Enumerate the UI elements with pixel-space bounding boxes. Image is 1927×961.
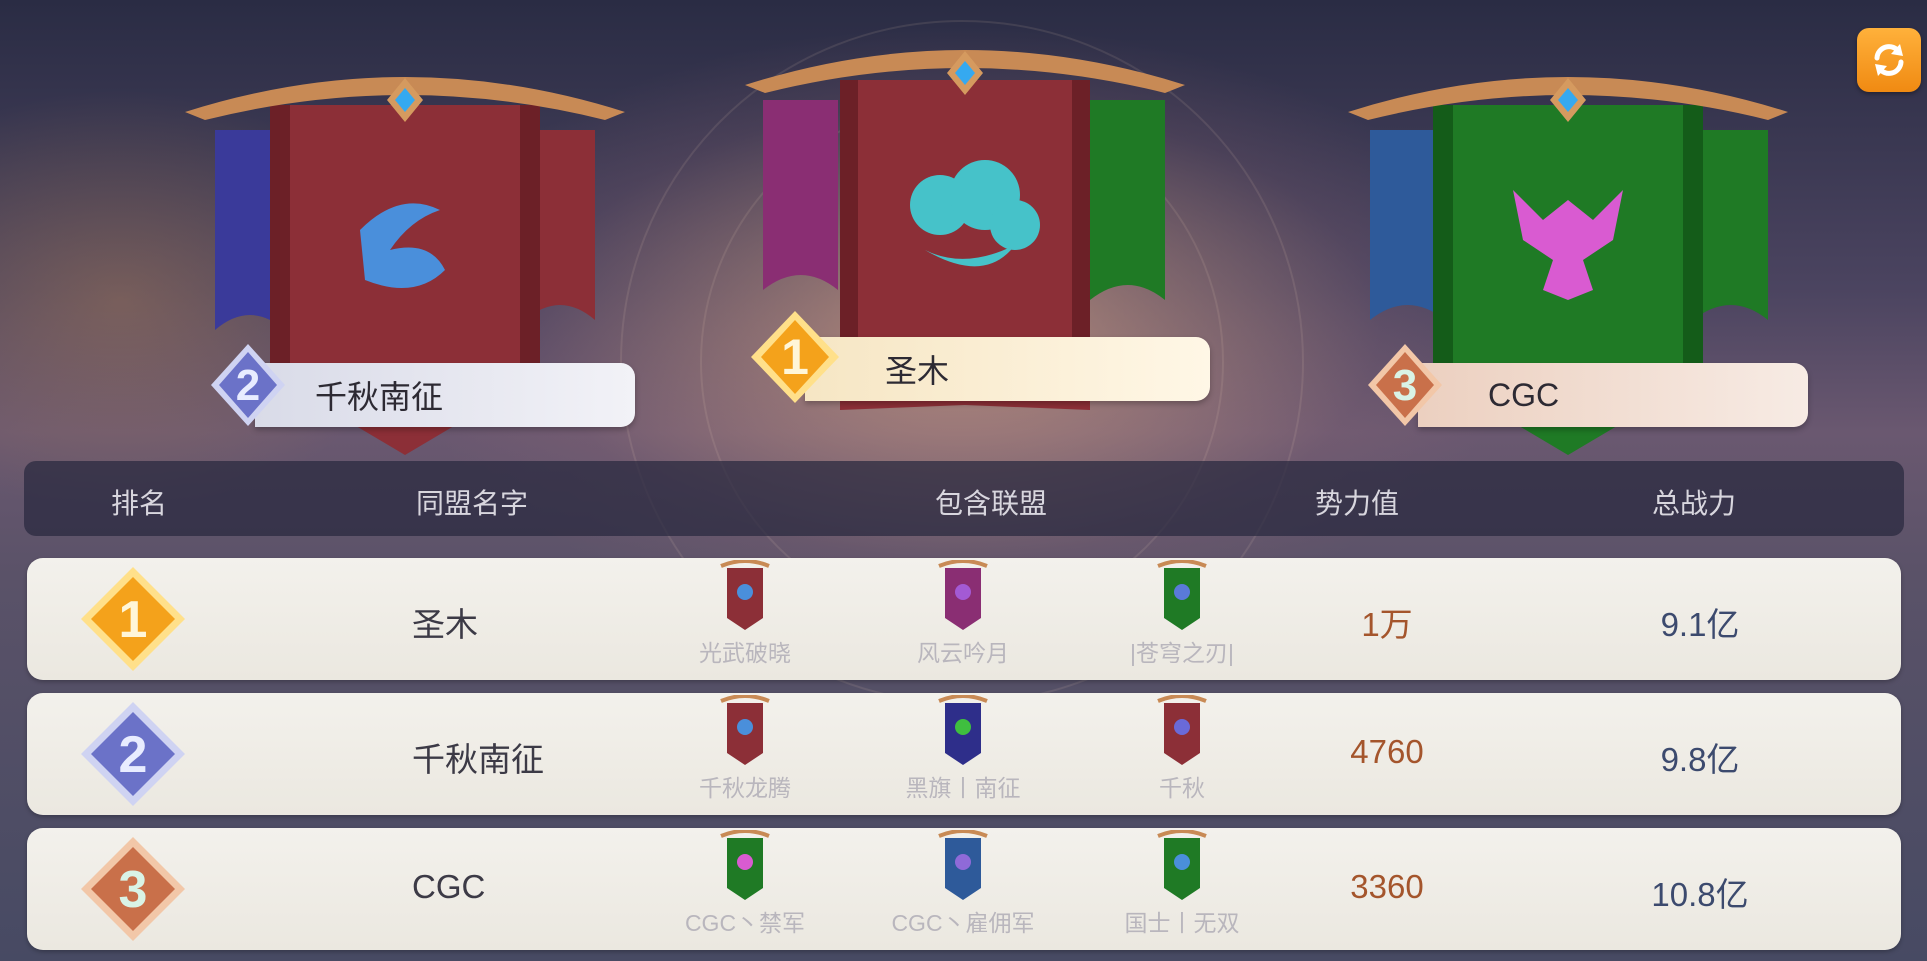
row-alliance-name: 千秋南征 — [412, 741, 544, 778]
row-power-value: 3360 — [1350, 868, 1424, 905]
rank-1-medal-icon: 1 — [751, 311, 839, 403]
banner-icon — [720, 695, 770, 765]
podium-third[interactable]: CGC 3 — [1348, 70, 1808, 460]
member-alliance[interactable]: 千秋龙腾 — [645, 695, 845, 803]
member-alliance[interactable]: |苍穹之刃| — [1082, 560, 1282, 668]
member-alliance-label: 千秋 — [1159, 775, 1205, 801]
podium-name-plate: CGC — [1418, 363, 1808, 427]
member-alliance-label: CGC丶禁军 — [684, 910, 806, 936]
podium-second[interactable]: 千秋南征 2 — [185, 70, 635, 460]
member-alliance[interactable]: CGC丶禁军 — [645, 830, 845, 938]
podium-name-plate: 千秋南征 — [255, 363, 635, 427]
row-power-value: 4760 — [1350, 733, 1424, 770]
svg-text:1: 1 — [119, 591, 148, 649]
header-combat: 总战力 — [1651, 488, 1737, 519]
row-power-value: 1万 — [1361, 606, 1413, 643]
table-header: 排名 同盟名字 包含联盟 势力值 总战力 — [24, 461, 1904, 536]
header-alliance-name: 同盟名字 — [415, 488, 529, 519]
member-alliance-label: |苍穹之刃| — [1130, 640, 1234, 666]
row-combat-value: 10.8亿 — [1651, 876, 1749, 913]
header-power: 势力值 — [1314, 488, 1400, 519]
member-alliance-label: 黑旗丨南征 — [905, 775, 1021, 801]
row-combat-value: 9.8亿 — [1660, 741, 1740, 778]
banner-icon — [938, 695, 988, 765]
svg-text:1: 1 — [781, 329, 809, 385]
member-alliance-label: 千秋龙腾 — [699, 775, 791, 801]
member-alliance[interactable]: 千秋 — [1082, 695, 1282, 803]
member-alliance[interactable]: 风云吟月 — [863, 560, 1063, 668]
member-alliance[interactable]: CGC丶雇佣军 — [863, 830, 1063, 938]
member-alliance[interactable]: 国士丨无双 — [1082, 830, 1282, 938]
rank-2-medal-icon: 2 — [211, 344, 285, 426]
table-row[interactable]: 3 CGC CGC丶禁军 CGC丶雇佣军 国士丨无双 3360 10.8亿 — [27, 828, 1901, 950]
podium-name-plate: 圣木 — [805, 337, 1210, 401]
banner-icon — [938, 560, 988, 630]
refresh-icon — [1874, 44, 1904, 76]
row-alliance-name: CGC — [412, 868, 486, 905]
rank-1-medal-icon: 1 — [81, 567, 185, 671]
rank-3-medal-icon: 3 — [81, 837, 185, 941]
member-alliance-label: 风云吟月 — [917, 640, 1009, 666]
banner-icon — [1157, 695, 1207, 765]
member-alliance[interactable]: 黑旗丨南征 — [863, 695, 1063, 803]
header-rank: 排名 — [110, 488, 168, 519]
svg-text:2: 2 — [236, 361, 260, 410]
member-alliance-label: 光武破晓 — [699, 640, 791, 666]
header-members: 包含联盟 — [934, 488, 1048, 519]
banner-icon — [720, 560, 770, 630]
table-row[interactable]: 2 千秋南征 千秋龙腾 黑旗丨南征 千秋 4760 9.8亿 — [27, 693, 1901, 815]
member-alliance-label: 国士丨无双 — [1124, 910, 1240, 936]
banner-icon — [938, 830, 988, 900]
svg-text:3: 3 — [1393, 361, 1417, 410]
rank-3-medal-icon: 3 — [1368, 344, 1442, 426]
podium-alliance-name: 圣木 — [885, 353, 950, 389]
table-row[interactable]: 1 圣木 光武破晓 风云吟月 |苍穹之刃| 1万 9.1亿 — [27, 558, 1901, 680]
banner-icon — [1157, 830, 1207, 900]
podium-alliance-name: 千秋南征 — [315, 379, 444, 415]
podium-first[interactable]: 圣木 1 — [745, 45, 1210, 445]
podium-alliance-name: CGC — [1488, 376, 1560, 413]
banner-icon — [1157, 560, 1207, 630]
svg-text:3: 3 — [119, 861, 148, 919]
row-combat-value: 9.1亿 — [1660, 606, 1740, 643]
row-alliance-name: 圣木 — [412, 606, 478, 643]
member-alliance-label: CGC丶雇佣军 — [891, 910, 1035, 936]
member-alliance[interactable]: 光武破晓 — [645, 560, 845, 668]
banner-icon — [720, 830, 770, 900]
refresh-button[interactable] — [1857, 28, 1921, 92]
svg-text:2: 2 — [119, 726, 148, 784]
rank-2-medal-icon: 2 — [81, 702, 185, 806]
